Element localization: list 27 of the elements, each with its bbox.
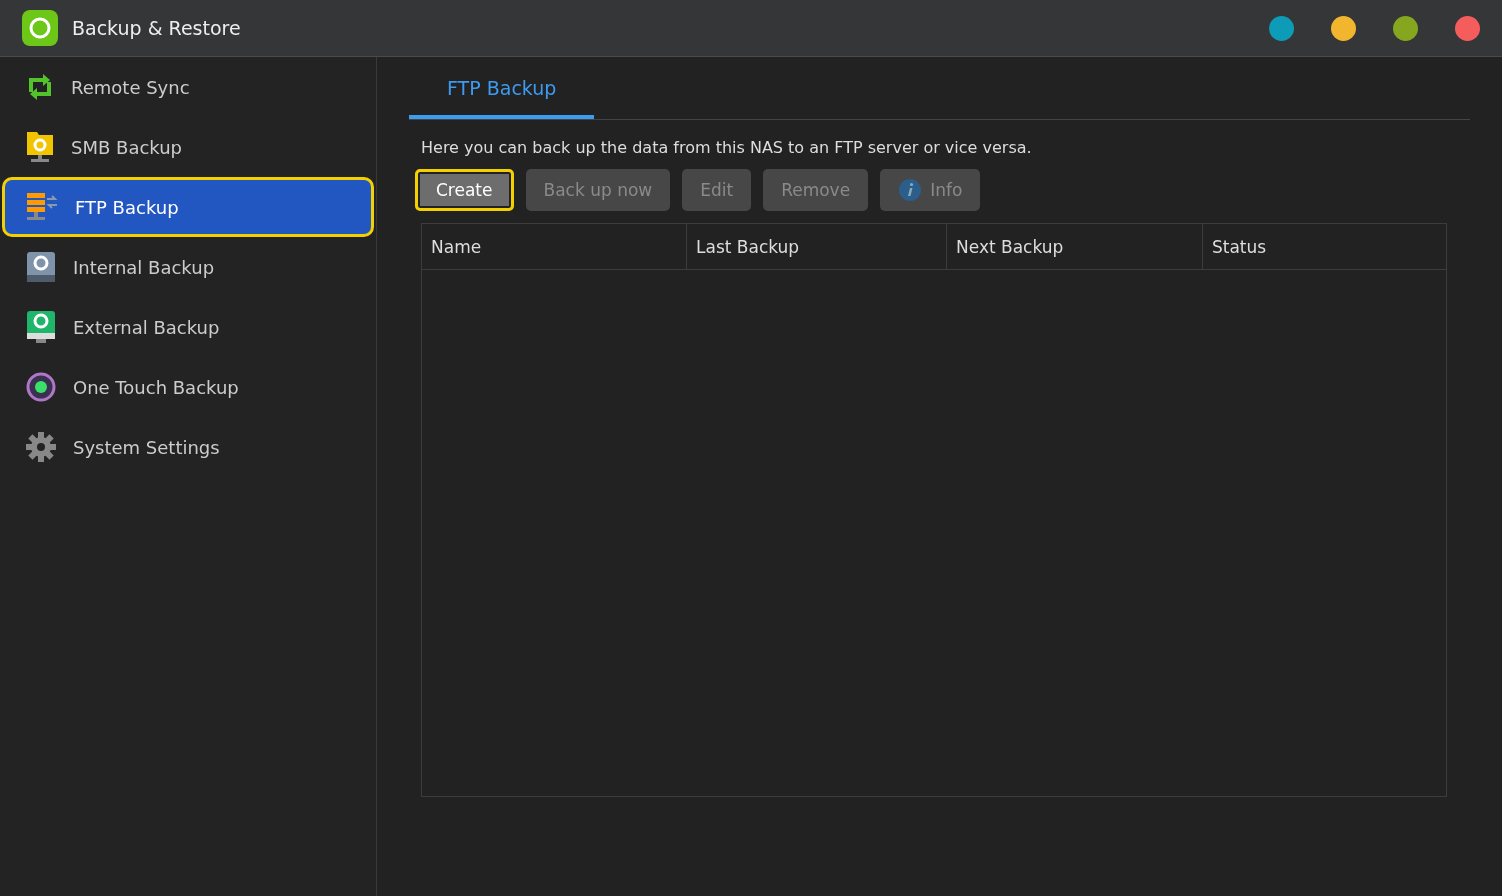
target-icon (25, 371, 57, 403)
app-logo-icon (22, 10, 58, 46)
settings-icon (25, 431, 57, 463)
drive-icon (25, 309, 57, 345)
folder-icon (25, 130, 55, 164)
window-control-button[interactable] (1393, 15, 1418, 41)
tab[interactable]: FTP Backup (409, 69, 595, 119)
sidebar-item[interactable]: One Touch Backup (2, 357, 374, 417)
window-control-button[interactable] (1455, 15, 1480, 41)
window-control-button[interactable] (1331, 15, 1356, 41)
server-icon (25, 191, 59, 223)
sidebar-item[interactable]: FTP Backup (2, 177, 374, 237)
sidebar-item[interactable]: Internal Backup (2, 237, 374, 297)
info-icon (898, 178, 923, 202)
toolbar-button[interactable]: Create (415, 169, 514, 211)
sidebar-item[interactable]: System Settings (2, 417, 374, 477)
description-text: Here you can back up the data from this NAS to an FTP server or vice versa. (421, 138, 1033, 157)
window-title: Backup & Restore (72, 17, 242, 39)
column-header[interactable]: Status (1202, 224, 1446, 269)
drive-icon (25, 250, 57, 284)
sidebar-item[interactable]: External Backup (2, 297, 374, 357)
column-header[interactable]: Name (422, 224, 686, 269)
sidebar-item[interactable]: SMB Backup (2, 117, 374, 177)
column-header[interactable]: Last Backup (686, 224, 946, 269)
sidebar-item[interactable]: Remote Sync (2, 57, 374, 117)
column-header[interactable]: Next Backup (946, 224, 1202, 269)
window-control-button[interactable] (1269, 15, 1294, 41)
